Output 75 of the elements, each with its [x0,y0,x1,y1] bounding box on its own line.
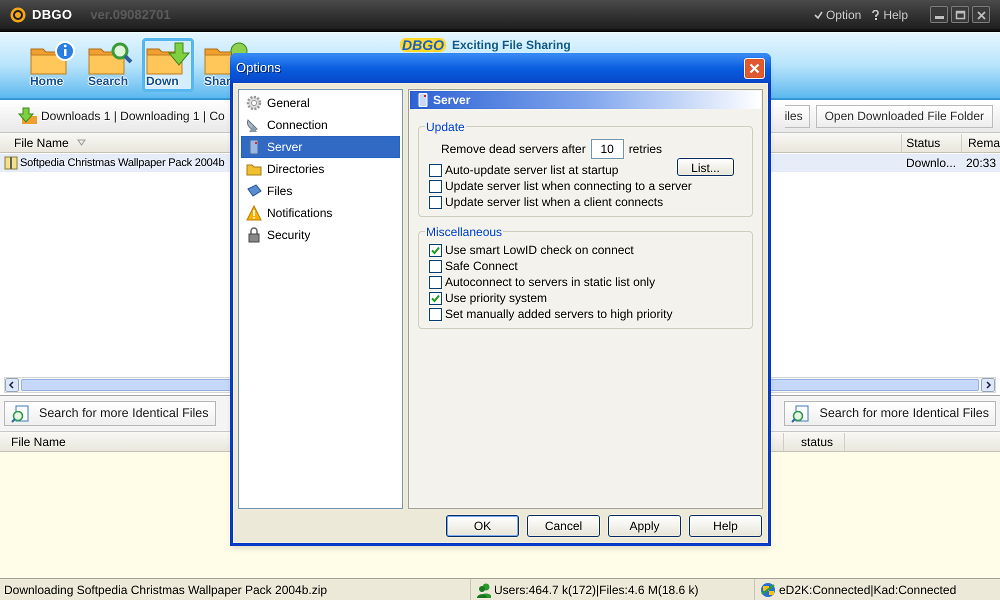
dialog-button[interactable]: Help [689,515,762,537]
minimize-button[interactable] [930,6,948,23]
server-icon [418,93,428,107]
minimize-icon [934,16,944,19]
category-item[interactable]: Server [241,136,400,158]
documents-icon [246,183,262,199]
checkbox[interactable]: Use priority system [429,289,548,307]
category-item[interactable]: Files [241,180,400,202]
column-header[interactable]: File Name [14,134,69,152]
users-icon [477,582,491,598]
maximize-icon [954,10,966,20]
panel-title: Server [433,92,470,109]
category-item[interactable]: General [241,92,400,114]
sort-arrow-icon [76,139,86,146]
check-icon [814,10,823,18]
toolbar-button[interactable]: Search [84,38,136,92]
toolbar-button[interactable]: Down [142,38,194,92]
check-icon [431,246,440,254]
checkbox[interactable]: Set manually added servers to high priority [429,305,672,323]
download-arrow-icon [18,107,38,125]
app-logo-icon [10,6,26,22]
document-search-icon [791,404,812,422]
field-label: Remove dead servers after [440,140,586,158]
category-item[interactable]: Connection [241,114,400,136]
network-globe-icon [760,582,776,598]
category-item[interactable]: Notifications [241,202,400,224]
status-message: Downloading Softpedia Christmas Wallpaper Pack 2004b.zip [3,582,328,598]
column-header[interactable]: Status [901,134,961,152]
warning-icon [246,205,262,221]
banner-slogan: Exciting File Sharing [452,37,571,54]
table-cell-text: 20:33 [965,155,998,172]
checkbox[interactable]: Autoconnect to servers in static list only [429,273,656,291]
checkbox[interactable]: Use smart LowID check on connect [429,241,634,259]
question-icon [871,10,880,20]
table-cell-text: Downlo... [905,155,958,172]
document-search-icon [11,404,31,422]
checkbox[interactable]: Update server list when connecting to a server [429,177,692,195]
check-icon [431,294,440,302]
close-button[interactable] [972,6,990,23]
banner-logo: DBGO [400,38,446,52]
checkbox[interactable]: Auto-update server list at startup [429,161,618,179]
status-network: eD2K:Connected|Kad:Connected [779,582,956,598]
checkbox[interactable]: Safe Connect [429,257,518,275]
checkbox[interactable]: Update server list when a client connects [429,193,664,211]
dialog-button[interactable]: Cancel [527,515,600,537]
folder-info-icon [29,39,75,75]
field-label: retries [628,140,662,158]
toolbar-button[interactable]: Open Downloaded File Folder [816,104,993,128]
dialog-button[interactable]: OK [446,515,519,537]
maximize-button[interactable] [951,6,969,23]
dialog-title: Options [236,59,281,78]
scroll-left-icon [5,378,19,392]
table-cell-text: Softpedia Christmas Wallpaper Pack 2004b [20,156,224,171]
category-item[interactable]: Security [241,224,400,246]
padlock-icon [246,227,262,243]
category-item[interactable]: Directories [241,158,400,180]
zip-file-icon [4,156,18,170]
close-icon [749,62,760,74]
window-title: DBGO [32,6,72,24]
menu-item[interactable]: Option [814,6,862,24]
search-button[interactable]: Search for more Identical Files [4,401,216,426]
menu-item[interactable]: Help [871,6,908,24]
status-users: Users:464.7 k(172)|Files:4.6 M(18.6 k) [494,582,699,598]
gear-icon [246,95,262,111]
column-header[interactable]: Rema [960,134,1000,152]
list-button[interactable]: List... [677,158,734,176]
retries-input[interactable]: 10 [590,138,624,158]
toolbar-button[interactable]: iles [784,104,810,128]
scroll-right-icon [981,378,995,392]
dialog-button[interactable]: Apply [608,515,681,537]
downloads-summary: Downloads 1 | Downloading 1 | Co [41,108,225,125]
close-icon [976,10,986,20]
search-button[interactable]: Search for more Identical Files [784,401,996,426]
toolbar-button[interactable]: Home [26,38,78,92]
column-header[interactable]: status [783,432,845,450]
